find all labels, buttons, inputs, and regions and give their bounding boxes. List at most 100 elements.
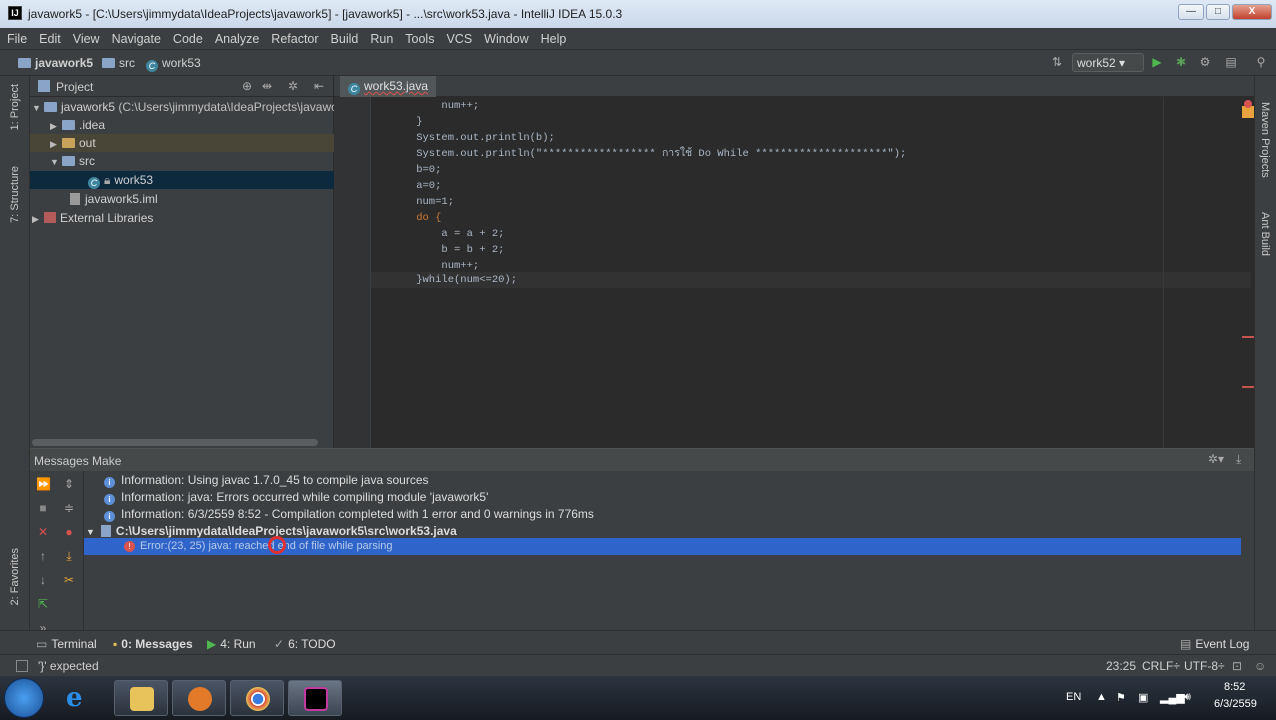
menu-code[interactable]: Code xyxy=(166,28,208,46)
menu-vcs[interactable]: VCS xyxy=(439,28,477,46)
close-icon[interactable]: ✕ xyxy=(36,525,50,539)
tree-item-external-libraries[interactable]: ▶ External Libraries xyxy=(30,209,334,227)
next-icon[interactable]: ↓ xyxy=(36,573,50,587)
intellij-taskbar-button[interactable] xyxy=(288,680,342,716)
stop-icon[interactable]: ■ xyxy=(36,501,50,515)
tool-window-structure[interactable]: 7: Structure xyxy=(9,166,21,223)
locate-icon[interactable]: ⊕ xyxy=(242,79,252,93)
maximize-button[interactable]: □ xyxy=(1206,4,1230,20)
tab-event-log[interactable]: ▤ Event Log xyxy=(1180,637,1249,651)
menu-window[interactable]: Window xyxy=(477,28,533,46)
breadcrumb-file[interactable]: Cwork53 xyxy=(146,56,201,72)
error-stripe-marker[interactable] xyxy=(1242,336,1254,338)
menu-file[interactable]: File xyxy=(0,28,32,46)
menu-help[interactable]: Help xyxy=(534,28,572,46)
breadcrumb-src[interactable]: src xyxy=(102,56,135,70)
project-view-icon xyxy=(38,80,50,92)
hide-panel-icon[interactable]: ⇤ xyxy=(314,79,324,93)
structure-icon[interactable]: ▤ xyxy=(1224,55,1238,69)
clock-time[interactable]: 8:52 xyxy=(1224,681,1245,693)
message-info[interactable]: i Information: Using javac 1.7.0_45 to co… xyxy=(104,472,429,489)
media-player-taskbar-button[interactable] xyxy=(172,680,226,716)
chevron-right-icon: ▶ xyxy=(32,214,39,224)
show-hidden-icons[interactable]: ▲ xyxy=(1096,691,1107,703)
menu-refactor[interactable]: Refactor xyxy=(264,28,323,46)
tool-windows-icon[interactable] xyxy=(16,660,28,672)
minimize-button[interactable]: — xyxy=(1178,4,1204,20)
start-button[interactable] xyxy=(4,678,44,718)
tree-item-work53[interactable]: C 🔒︎ work53 xyxy=(30,171,334,189)
language-indicator[interactable]: EN xyxy=(1066,691,1081,703)
tab-todo[interactable]: ✓ 6: TODO xyxy=(274,637,336,651)
project-panel-title[interactable]: Project xyxy=(56,80,93,94)
menu-analyze[interactable]: Analyze xyxy=(208,28,264,46)
horizontal-scrollbar[interactable] xyxy=(32,439,318,446)
internet-explorer-icon[interactable]: e xyxy=(66,684,96,712)
tree-item-idea[interactable]: ▶ .idea xyxy=(30,116,334,134)
run-configuration-select[interactable]: work52 ▾ xyxy=(1072,53,1144,72)
tree-item-out[interactable]: ▶ out xyxy=(30,134,334,152)
error-indicator-icon[interactable] xyxy=(1244,100,1252,108)
error-filter-icon[interactable]: ● xyxy=(62,525,76,539)
run-icon[interactable]: ▶ xyxy=(1150,55,1164,69)
menu-navigate[interactable]: Navigate xyxy=(105,28,166,46)
volume-icon[interactable]: 🔊︎ xyxy=(1184,691,1191,704)
inspector-icon[interactable]: ☺ xyxy=(1254,659,1266,673)
collapse-icon[interactable]: ⇹ xyxy=(262,79,272,93)
caret-position[interactable]: 23:25 xyxy=(1106,659,1136,673)
tool-window-project[interactable]: 1: Project xyxy=(9,84,21,130)
tool-window-favorites[interactable]: 2: Favorites xyxy=(9,548,21,605)
settings-gear-icon[interactable]: ✲ xyxy=(288,79,298,93)
network-error-icon[interactable]: ⚑ xyxy=(1116,691,1126,704)
breadcrumb-project[interactable]: javawork5 xyxy=(18,56,93,70)
tool-window-maven[interactable]: Maven Projects xyxy=(1259,102,1271,178)
tree-item-label: javawork5 xyxy=(61,100,116,114)
menu-view[interactable]: View xyxy=(66,28,105,46)
tab-messages[interactable]: ▪ 0: Messages xyxy=(113,637,193,651)
previous-icon[interactable]: ↑ xyxy=(36,549,50,563)
hide-panel-icon[interactable]: ⤓ xyxy=(1236,452,1241,467)
code-area[interactable]: num++; } System.out.println(b); System.o… xyxy=(371,97,1251,448)
explorer-taskbar-button[interactable] xyxy=(114,680,168,716)
project-panel: Project ⊕ ⇹ ✲ ⇤ ▼ javawork5 (C:\Users\jim… xyxy=(30,76,348,448)
tree-item-src[interactable]: ▼ src xyxy=(30,152,334,170)
collapse-all-icon[interactable]: ≑ xyxy=(62,501,76,515)
chrome-taskbar-button[interactable] xyxy=(230,680,284,716)
export-to-file-icon[interactable]: ⇱ xyxy=(36,597,50,611)
file-encoding[interactable]: UTF-8÷ xyxy=(1184,659,1225,673)
clock-date[interactable]: 6/3/2559 xyxy=(1214,698,1257,710)
search-icon[interactable]: ⚲ xyxy=(1254,55,1268,69)
coverage-icon[interactable]: ⚙ xyxy=(1198,55,1212,69)
line-separator[interactable]: CRLF÷ xyxy=(1142,659,1180,673)
sync-icon[interactable]: ▣ xyxy=(1138,691,1148,704)
tab-label: 0: Messages xyxy=(121,637,193,651)
tab-run[interactable]: ▶ 4: Run xyxy=(207,637,256,651)
signal-icon[interactable]: ▂▄▆ xyxy=(1160,691,1185,704)
vcs-update-icon[interactable]: ⇅ xyxy=(1050,55,1064,69)
tree-item-iml[interactable]: javawork5.iml xyxy=(30,190,334,208)
message-info[interactable]: i Information: 6/3/2559 8:52 - Compilatio… xyxy=(104,506,594,523)
export-icon[interactable]: ⤓ xyxy=(62,549,76,563)
tab-terminal[interactable]: ▭ Terminal xyxy=(36,637,97,651)
tree-item-javawork5[interactable]: ▼ javawork5 (C:\Users\jimmydata\IdeaProje… xyxy=(30,98,348,116)
message-error-selected[interactable]: ! Error:(23, 25) java: reached end of fi… xyxy=(84,538,1241,555)
settings-icon[interactable]: ✂ xyxy=(62,573,76,587)
menu-tools[interactable]: Tools xyxy=(398,28,439,46)
expand-all-icon[interactable]: ⇕ xyxy=(62,477,76,491)
menu-build[interactable]: Build xyxy=(324,28,364,46)
tab-work53-java[interactable]: Cwork53.java xyxy=(340,76,437,97)
menu-edit[interactable]: Edit xyxy=(32,28,66,46)
lock-icon[interactable]: ⊡ xyxy=(1232,659,1242,673)
rerun-icon[interactable]: ⏩ xyxy=(36,477,51,491)
editor-gutter[interactable] xyxy=(334,97,371,448)
error-stripe-marker[interactable] xyxy=(1242,386,1254,388)
settings-gear-icon[interactable]: ✲▾ xyxy=(1208,452,1224,466)
chevron-right-icon: ▶ xyxy=(50,121,57,131)
window-title: javawork5 - [C:\Users\jimmydata\IdeaProj… xyxy=(28,7,623,21)
close-button[interactable]: X xyxy=(1232,4,1272,20)
message-info[interactable]: i Information: java: Errors occurred whil… xyxy=(104,489,488,506)
menu-run[interactable]: Run xyxy=(363,28,398,46)
tool-window-ant[interactable]: Ant Build xyxy=(1259,212,1271,256)
bottom-tool-bar: ▭ Terminal ▪ 0: Messages ▶ 4: Run ✓ 6: TODO … xyxy=(0,630,1276,654)
debug-icon[interactable]: ✱ xyxy=(1174,55,1188,69)
